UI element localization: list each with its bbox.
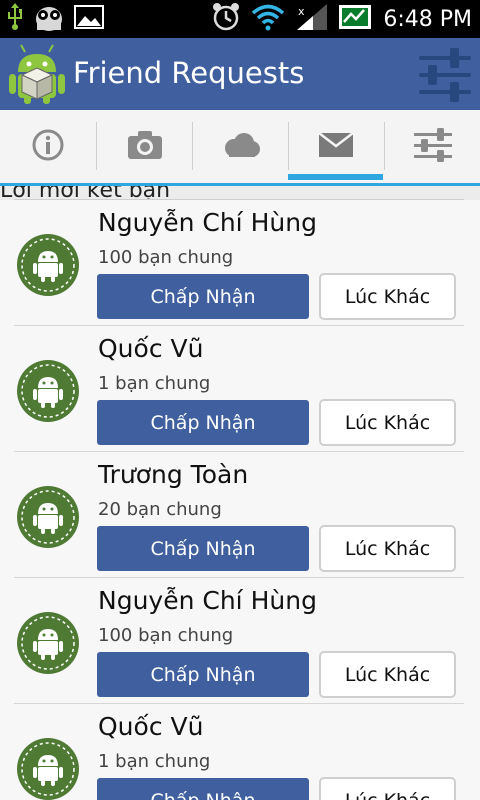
friend-request-item: Quốc Vũ 1 bạn chung Chấp Nhận Lúc Khác [0, 704, 480, 800]
status-bar: x 6:48 PM [0, 0, 480, 38]
later-button[interactable]: Lúc Khác [319, 399, 456, 446]
alarm-clock-icon [211, 2, 241, 36]
accept-button[interactable]: Chấp Nhận [97, 274, 309, 319]
later-button[interactable]: Lúc Khác [319, 525, 456, 572]
friend-name: Quốc Vũ [98, 334, 204, 363]
tab-bar [0, 110, 480, 186]
selected-tab-indicator [288, 174, 383, 180]
mail-icon [318, 131, 354, 162]
friend-request-item: Quốc Vũ 1 bạn chung Chấp Nhận Lúc Khác [0, 326, 480, 452]
avatar[interactable] [17, 360, 79, 422]
signal-icon: x [295, 2, 329, 36]
android-box-logo-icon[interactable] [8, 44, 66, 104]
later-button[interactable]: Lúc Khác [319, 777, 456, 800]
friend-request-item: Trương Toàn 20 bạn chung Chấp Nhận Lúc K… [0, 452, 480, 578]
friend-name: Nguyễn Chí Hùng [98, 586, 317, 615]
mutual-friends-count: 100 bạn chung [98, 247, 234, 268]
later-button[interactable]: Lúc Khác [319, 651, 456, 698]
mutual-friends-count: 1 bạn chung [98, 751, 211, 772]
camera-icon [126, 129, 164, 165]
sliders-icon [413, 127, 453, 166]
status-left-icons [6, 2, 104, 36]
accept-button[interactable]: Chấp Nhận [97, 526, 309, 571]
svg-text:x: x [298, 5, 305, 18]
image-notification-icon [74, 4, 104, 34]
mutual-friends-count: 20 bạn chung [98, 499, 222, 520]
tab-mail[interactable] [289, 110, 383, 183]
tab-cloud[interactable] [193, 110, 288, 183]
later-button[interactable]: Lúc Khác [319, 273, 456, 320]
tab-settings[interactable] [385, 110, 480, 183]
friend-name: Nguyễn Chí Hùng [98, 208, 317, 237]
android-debug-icon [32, 2, 66, 36]
accept-button[interactable]: Chấp Nhận [97, 400, 309, 445]
friend-request-item: Nguyễn Chí Hùng 100 bạn chung Chấp Nhận … [0, 200, 480, 326]
status-time: 6:48 PM [383, 6, 472, 32]
info-icon [31, 128, 65, 166]
tab-info[interactable] [0, 110, 96, 183]
friend-request-list[interactable]: Lời mời kết bạn Nguyễn Chí Hùng 100 bạn … [0, 186, 480, 800]
mutual-friends-count: 1 bạn chung [98, 373, 211, 394]
app-title: Friend Requests [73, 56, 305, 90]
avatar[interactable] [17, 486, 79, 548]
avatar[interactable] [17, 612, 79, 674]
wifi-icon [251, 3, 285, 35]
avatar[interactable] [17, 738, 79, 800]
usb-icon [6, 3, 24, 35]
status-right-icons: x 6:48 PM [211, 2, 472, 36]
avatar[interactable] [17, 234, 79, 296]
friend-name: Quốc Vũ [98, 712, 204, 741]
friend-name: Trương Toàn [98, 460, 249, 489]
accept-button[interactable]: Chấp Nhận [97, 652, 309, 697]
tab-camera[interactable] [97, 110, 192, 183]
battery-icon [339, 3, 373, 35]
mutual-friends-count: 100 bạn chung [98, 625, 234, 646]
app-bar: Friend Requests [0, 38, 480, 110]
cloud-icon [221, 132, 261, 162]
sliders-icon[interactable] [416, 46, 474, 102]
friend-request-item: Nguyễn Chí Hùng 100 bạn chung Chấp Nhận … [0, 578, 480, 704]
accept-button[interactable]: Chấp Nhận [97, 778, 309, 800]
